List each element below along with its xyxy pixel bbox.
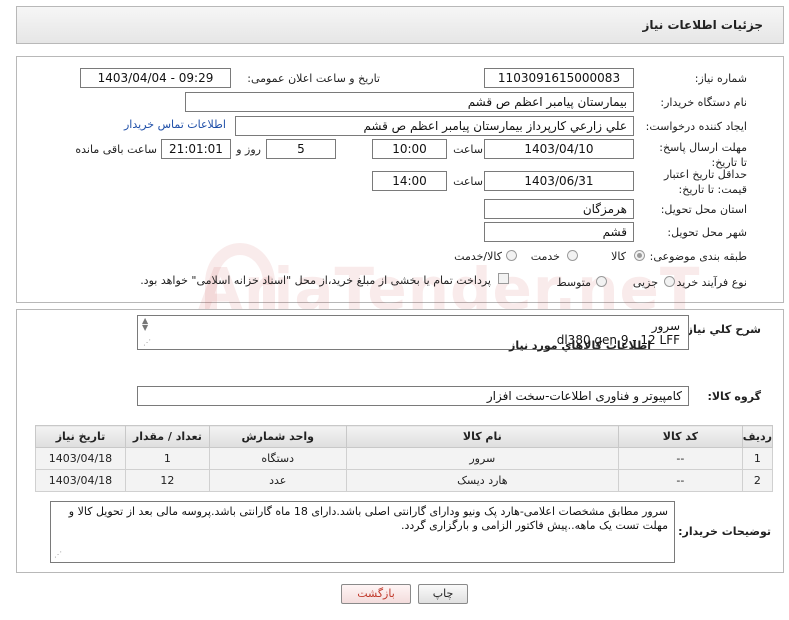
table-row: 1 -- سرور دستگاه 1 1403/04/18: [35, 447, 774, 470]
page-title: جزئیات اطلاعات نیاز: [642, 18, 763, 32]
category-label: طبقه بندی موضوعی:: [649, 250, 747, 263]
city-label: شهر محل تحویل:: [667, 226, 747, 239]
category-radio-goods-service[interactable]: [506, 250, 517, 261]
province-label: استان محل تحویل:: [660, 203, 747, 216]
cell-goods-name: سرور: [345, 447, 620, 470]
reply-date-field: 1403/04/10: [484, 139, 634, 159]
table-row: 2 -- هارد دیسک عدد 12 1403/04/18: [35, 469, 774, 492]
category-radio-service[interactable]: [567, 250, 578, 261]
col-goods-name: نام کالا: [345, 425, 620, 448]
buyer-notes-label: توضیحات خریدار:: [678, 525, 771, 538]
goods-group-field: کامپیوتر و فناوری اطلاعات-سخت افزار: [137, 386, 689, 406]
cell-goods-code: --: [618, 447, 743, 470]
summary-label: شرح کلي نياز:: [682, 323, 761, 336]
category-option-goods-service: کالا/خدمت: [454, 250, 502, 263]
price-time-field: 14:00: [372, 171, 447, 191]
notes-resize-grip-icon[interactable]: ⋰: [54, 550, 62, 559]
scroll-arrows-icon[interactable]: ▲ ▼: [142, 317, 148, 332]
creator-label: ایجاد کننده درخواست:: [645, 120, 747, 133]
cell-quantity: 12: [124, 469, 210, 492]
summary-line-1: سرور: [651, 319, 680, 333]
process-radio-minor[interactable]: [664, 276, 675, 287]
buyer-org-field: بیمارستان پیامبر اعظم ص قشم: [185, 92, 634, 112]
page-header: جزئیات اطلاعات نیاز: [16, 6, 784, 44]
col-quantity: تعداد / مقدار: [124, 425, 210, 448]
cell-quantity: 1: [124, 447, 210, 470]
goods-group-label: گروه کالا:: [707, 390, 761, 403]
cell-goods-name: هارد دیسک: [345, 469, 620, 492]
province-field: هرمزگان: [484, 199, 634, 219]
price-date-field: 1403/06/31: [484, 171, 634, 191]
col-need-date: تاریخ نیاز: [35, 425, 126, 448]
days-remaining-field: 5: [266, 139, 336, 159]
category-radio-goods[interactable]: [634, 250, 645, 261]
announce-label: تاریخ و ساعت اعلان عمومی:: [247, 72, 380, 85]
back-button[interactable]: بازگشت: [341, 584, 411, 604]
process-option-minor: جزیی: [632, 276, 658, 289]
need-number-field: 1103091615000083: [484, 68, 634, 88]
col-row-number: ردیف: [741, 425, 774, 448]
cell-unit: دستگاه: [208, 447, 347, 470]
announce-datetime-field: 1403/04/04 - 09:29: [80, 68, 231, 88]
process-label: نوع فرآیند خرید :: [669, 276, 747, 289]
city-field: قشم: [484, 222, 634, 242]
remaining-time-label: ساعت باقی مانده: [75, 143, 157, 156]
process-radio-medium[interactable]: [596, 276, 607, 287]
print-button[interactable]: چاپ: [418, 584, 468, 604]
category-option-service: خدمت: [530, 250, 560, 263]
cell-need-date: 1403/04/18: [35, 469, 126, 492]
price-deadline-label: حداقل تاریخ اعتبار قیمت: تا تاریخ:: [663, 168, 747, 196]
cell-row-number: 1: [741, 447, 774, 470]
goods-info-title: اطلاعات کالاهاي مورد نياز: [509, 339, 651, 352]
days-label: روز و: [236, 143, 261, 156]
buyer-notes-textarea[interactable]: سرور مطابق مشخصات اعلامی-هارد پک ونیو ود…: [50, 501, 675, 563]
goods-table: ردیف کد کالا نام کالا واحد شمارش تعداد /…: [35, 425, 774, 492]
need-number-label: شماره نیاز:: [694, 72, 747, 85]
reply-time-field: 10:00: [372, 139, 447, 159]
category-option-goods: کالا: [611, 250, 626, 263]
creator-field: علي زارعي کارپرداز بیمارستان پیامبر اعظم…: [235, 116, 634, 136]
col-unit: واحد شمارش: [208, 425, 347, 448]
cell-unit: عدد: [208, 469, 347, 492]
resize-grip-icon[interactable]: ⋰: [143, 338, 151, 347]
buyer-notes-text: سرور مطابق مشخصات اعلامی-هارد پک ونیو ود…: [68, 505, 668, 532]
treasury-payment-note: پرداخت تمام یا بخشی از مبلغ خرید،از محل …: [140, 274, 491, 287]
cell-goods-code: --: [618, 469, 743, 492]
price-time-label: ساعت: [453, 175, 483, 188]
goods-table-header: ردیف کد کالا نام کالا واحد شمارش تعداد /…: [35, 425, 774, 448]
cell-need-date: 1403/04/18: [35, 447, 126, 470]
reply-time-label: ساعت: [453, 143, 483, 156]
treasury-payment-checkbox[interactable]: [498, 273, 509, 284]
cell-row-number: 2: [741, 469, 774, 492]
buyer-contact-link[interactable]: اطلاعات تماس خریدار: [124, 118, 226, 131]
remaining-time-field: 21:01:01: [161, 139, 231, 159]
reply-deadline-label: مهلت ارسال پاسخ: تا تاریخ:: [659, 141, 747, 169]
process-option-medium: متوسط: [556, 276, 591, 289]
buyer-org-label: نام دستگاه خریدار:: [660, 96, 747, 109]
col-goods-code: کد کالا: [618, 425, 743, 448]
